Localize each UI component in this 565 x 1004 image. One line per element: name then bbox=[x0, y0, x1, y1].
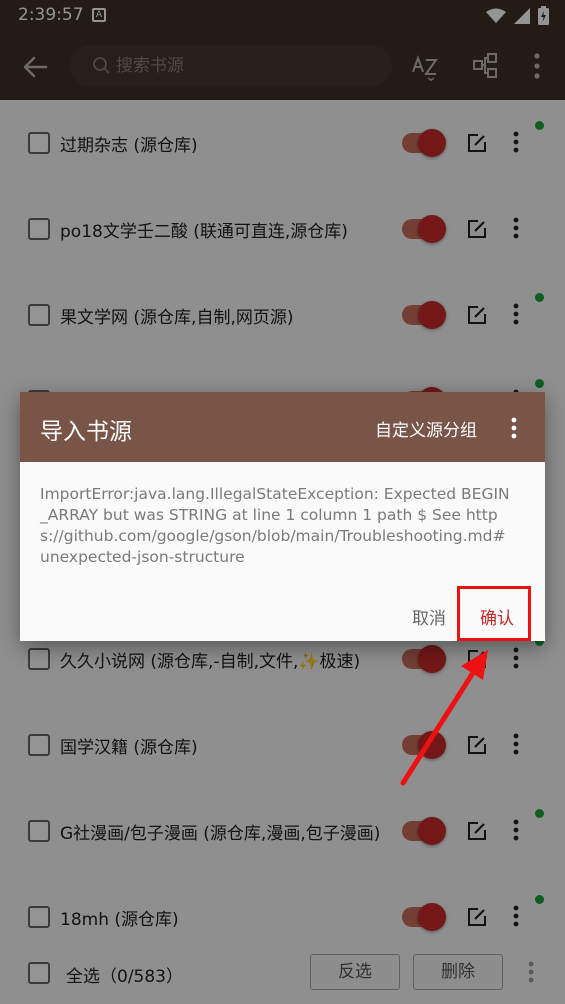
annotation-arrow-icon bbox=[400, 650, 488, 786]
